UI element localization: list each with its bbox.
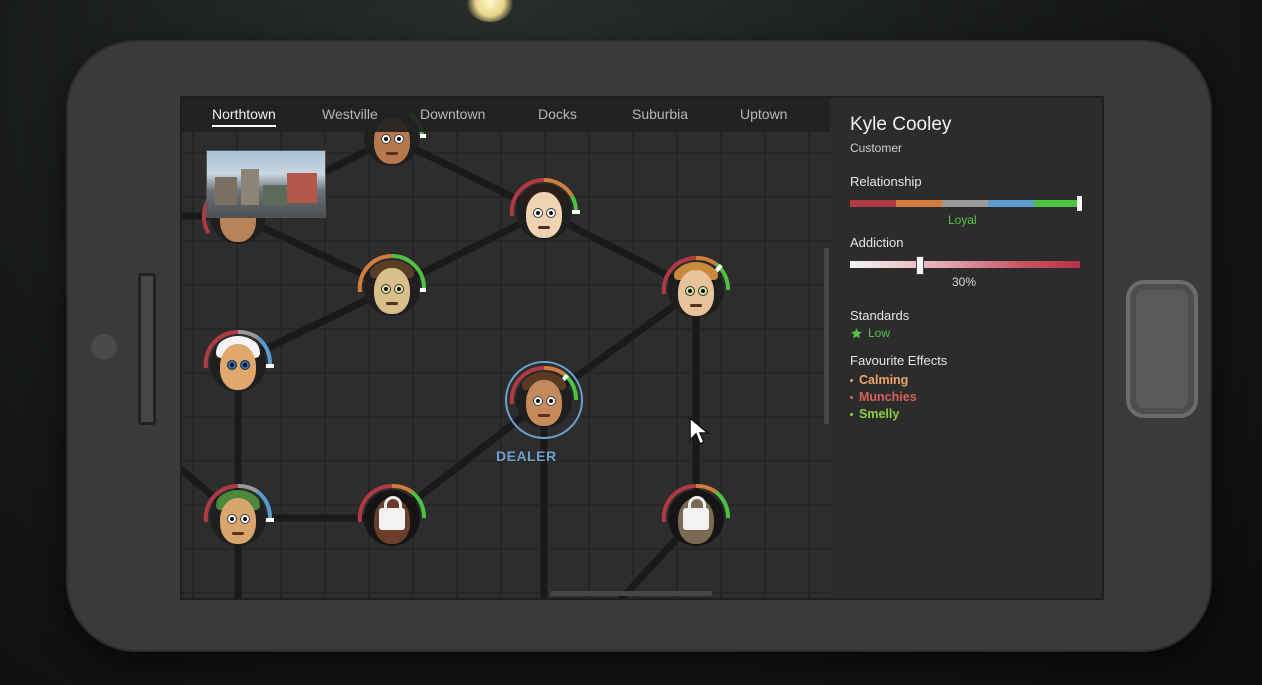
effect-item: Smelly <box>850 407 899 421</box>
effect-item: Calming <box>850 373 908 387</box>
phone-side-slot <box>138 273 156 425</box>
standards-row: Low <box>850 326 890 340</box>
phone-screen: Northtown Westville Downtown Docks Subur… <box>180 96 1104 600</box>
addiction-value: 30% <box>952 275 977 289</box>
effect-item: Munchies <box>850 390 917 404</box>
customer-detail-panel: Kyle Cooley Customer Relationship Loyal … <box>830 98 1102 598</box>
map-vertical-scrollbar[interactable] <box>824 248 829 424</box>
phone-camera <box>90 332 118 360</box>
customer-node[interactable] <box>656 250 736 330</box>
customer-node[interactable] <box>504 172 584 252</box>
phone-device: Northtown Westville Downtown Docks Subur… <box>66 40 1212 652</box>
lock-icon <box>379 496 405 530</box>
locked-customer-node[interactable] <box>656 478 736 558</box>
customer-node[interactable] <box>198 478 278 558</box>
addiction-bar <box>850 261 1080 268</box>
dealer-node[interactable] <box>504 360 584 440</box>
tab-docks[interactable]: Docks <box>538 106 577 122</box>
relationship-segment <box>942 200 988 207</box>
customer-role: Customer <box>850 141 903 155</box>
relationship-segment <box>896 200 942 207</box>
tab-suburbia[interactable]: Suburbia <box>632 106 688 122</box>
star-icon <box>851 327 862 338</box>
relationship-bar <box>850 200 1080 207</box>
lock-icon <box>683 496 709 530</box>
location-preview-image <box>206 150 326 218</box>
customer-node[interactable] <box>198 324 278 404</box>
favourite-effects-label: Favourite Effects <box>850 353 948 368</box>
dealer-label: DEALER <box>496 448 557 464</box>
region-tabs: Northtown Westville Downtown Docks Subur… <box>182 98 830 132</box>
relationship-segment <box>988 200 1034 207</box>
customer-node[interactable] <box>352 248 432 328</box>
relationship-segment <box>1034 200 1080 207</box>
tab-downtown[interactable]: Downtown <box>420 106 485 122</box>
standards-value: Low <box>868 326 891 340</box>
relationship-value: Loyal <box>948 213 977 227</box>
tab-northtown[interactable]: Northtown <box>212 106 276 127</box>
map-horizontal-scrollbar[interactable] <box>550 591 712 596</box>
phone-home-button[interactable] <box>1126 280 1198 418</box>
addiction-label: Addiction <box>850 235 904 250</box>
relationship-label: Relationship <box>850 174 922 189</box>
standards-label: Standards <box>850 308 910 323</box>
mouse-pointer-icon <box>689 416 710 446</box>
relationship-marker <box>1077 196 1082 211</box>
contacts-map[interactable]: Northtown Westville Downtown Docks Subur… <box>182 98 830 598</box>
tab-uptown[interactable]: Uptown <box>740 106 787 122</box>
background-lamp <box>466 0 514 22</box>
customer-name: Kyle Cooley <box>850 114 952 135</box>
relationship-segment <box>850 200 896 207</box>
addiction-marker <box>916 256 924 275</box>
tab-westville[interactable]: Westville <box>322 106 378 122</box>
locked-customer-node[interactable] <box>352 478 432 558</box>
